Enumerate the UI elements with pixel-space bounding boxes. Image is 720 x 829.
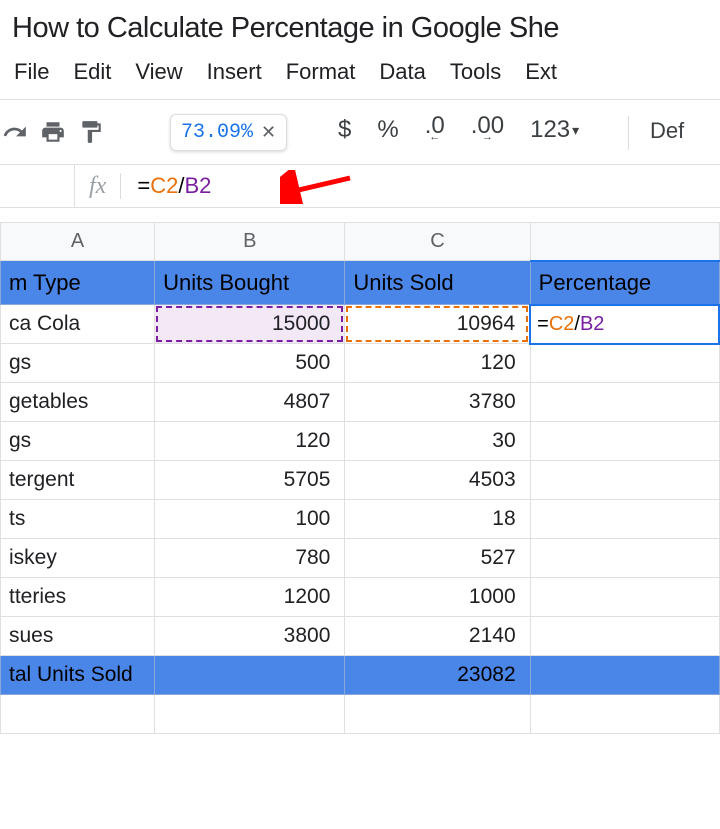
menu-extensions[interactable]: Ext <box>513 59 569 85</box>
toolbar-separator <box>628 116 629 150</box>
menu-file[interactable]: File <box>0 59 61 85</box>
cell-c2[interactable]: 10964 <box>345 305 530 344</box>
col-header-a[interactable]: A <box>1 223 155 261</box>
total-value[interactable]: 23082 <box>345 656 530 695</box>
header-units-sold[interactable]: Units Sold <box>345 261 530 305</box>
currency-button[interactable]: $ <box>330 112 359 148</box>
menu-format[interactable]: Format <box>274 59 368 85</box>
header-item-type[interactable]: m Type <box>1 261 155 305</box>
menu-view[interactable]: View <box>123 59 194 85</box>
header-percentage[interactable]: Percentage <box>530 261 719 305</box>
print-icon[interactable] <box>34 113 72 151</box>
col-header-d[interactable] <box>530 223 719 261</box>
name-box[interactable] <box>0 165 75 207</box>
menu-insert[interactable]: Insert <box>195 59 274 85</box>
spreadsheet-grid[interactable]: A B C m Type Units Bought Units Sold Per… <box>0 222 720 734</box>
percent-button[interactable]: % <box>369 112 406 148</box>
menu-data[interactable]: Data <box>367 59 437 85</box>
table-row[interactable]: tergent 5705 4503 <box>1 461 720 500</box>
formula-input[interactable]: =C2/B2 <box>121 173 211 199</box>
cell-b2[interactable]: 15000 <box>155 305 345 344</box>
col-header-c[interactable]: C <box>345 223 530 261</box>
menubar: File Edit View Insert Format Data Tools … <box>0 53 720 99</box>
table-row[interactable]: ts 100 18 <box>1 500 720 539</box>
formula-result-value: 73.09% <box>181 121 253 144</box>
table-row[interactable]: gs 500 120 <box>1 344 720 383</box>
more-formats-button[interactable]: 123▾ <box>522 112 587 148</box>
cell-d2-active[interactable]: =C2/B2 <box>530 305 719 344</box>
fx-icon: fx <box>75 173 120 200</box>
formula-result-tooltip: 73.09% ✕ <box>170 114 287 151</box>
header-units-bought[interactable]: Units Bought <box>155 261 345 305</box>
column-headers[interactable]: A B C <box>1 223 720 261</box>
empty-row[interactable] <box>1 695 720 734</box>
table-row[interactable]: gs 120 30 <box>1 422 720 461</box>
menu-tools[interactable]: Tools <box>438 59 513 85</box>
table-row[interactable]: ca Cola 15000 10964 =C2/B2 <box>1 305 720 344</box>
font-family-selector[interactable]: Def <box>650 118 684 144</box>
total-label[interactable]: tal Units Sold <box>1 656 155 695</box>
number-format-group: $ % .0← .00→ 123▾ <box>330 112 587 148</box>
toolbar: 73.09% ✕ $ % .0← .00→ 123▾ Def <box>0 100 720 164</box>
page-title: How to Calculate Percentage in Google Sh… <box>0 0 720 53</box>
redo-icon[interactable] <box>0 113 34 151</box>
paint-format-icon[interactable] <box>72 113 110 151</box>
table-header-row[interactable]: m Type Units Bought Units Sold Percentag… <box>1 261 720 305</box>
table-row[interactable]: sues 3800 2140 <box>1 617 720 656</box>
formula-bar: fx =C2/B2 <box>0 164 720 208</box>
increase-decimal-button[interactable]: .00→ <box>463 115 512 145</box>
table-row[interactable]: getables 4807 3780 <box>1 383 720 422</box>
col-header-b[interactable]: B <box>155 223 345 261</box>
menu-edit[interactable]: Edit <box>61 59 123 85</box>
table-row[interactable]: iskey 780 527 <box>1 539 720 578</box>
total-row[interactable]: tal Units Sold 23082 <box>1 656 720 695</box>
decrease-decimal-button[interactable]: .0← <box>417 115 453 145</box>
annotation-arrow-icon <box>280 170 360 204</box>
cell-a2[interactable]: ca Cola <box>1 305 155 344</box>
close-icon[interactable]: ✕ <box>261 122 276 143</box>
table-row[interactable]: tteries 1200 1000 <box>1 578 720 617</box>
